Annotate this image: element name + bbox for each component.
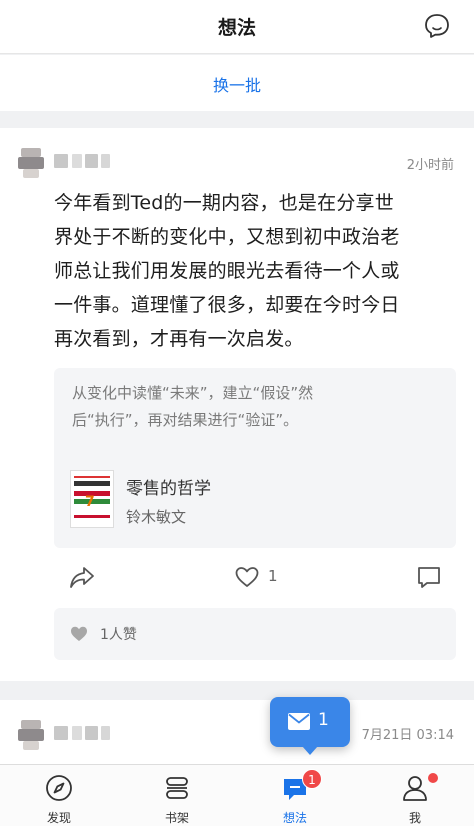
refresh-button[interactable]: 换一批 [0,72,474,96]
tab-discover[interactable]: 发现 [0,765,118,826]
toast-count: 1 [318,710,329,730]
bookshelf-icon [166,777,188,799]
post-time: 7月21日 03:14 [361,728,454,743]
tab-label: 我 [408,811,421,825]
mail-icon [288,713,310,730]
compass-icon [46,775,72,801]
profile-icon [403,776,427,801]
likes-summary[interactable]: 1人赞 [54,608,456,660]
username-blurred[interactable] [54,154,114,170]
share-icon[interactable] [68,564,96,590]
avatar[interactable] [18,720,44,750]
post-text[interactable]: 今年看到Ted的一期内容，也是在分享世 界处于不断的变化中，又想到初中政治老 师… [54,186,464,356]
username-blurred[interactable] [54,726,114,742]
notification-badge: 1 [302,769,322,789]
page-title: 想法 [217,17,256,39]
action-bar: 1 [0,560,474,594]
thought-card: 2小时前 今年看到Ted的一期内容，也是在分享世 界处于不断的变化中，又想到初中… [0,128,474,681]
message-toast[interactable]: 1 [270,697,350,755]
book-author: 铃木敏文 [126,508,187,526]
book-title[interactable]: 零售的哲学 [126,474,211,499]
heart-icon[interactable] [234,565,260,589]
tab-bookshelf[interactable]: 书架 [118,765,236,826]
comment-icon[interactable] [416,564,442,590]
unread-dot [428,773,438,783]
likes-text: 1人赞 [100,627,137,643]
tab-label: 想法 [282,811,307,825]
tab-label: 书架 [164,811,189,825]
post-time: 2小时前 [406,158,454,173]
heart-filled-icon [71,626,87,641]
tab-bar: 发现 书架 1 想法 我 [0,764,474,826]
tab-thoughts[interactable]: 1 想法 [236,765,354,826]
chat-bubble-icon[interactable] [422,11,452,41]
quote-text: 从变化中读懂“未来”，建立“假设”然 后“执行”，再对结果进行“验证”。 [72,384,314,429]
refresh-bar: 换一批 [0,55,474,111]
avatar[interactable] [18,148,44,178]
top-bar: 想法 [0,0,474,54]
like-count: 1 [268,567,278,585]
quote-box[interactable]: 从变化中读懂“未来”，建立“假设”然 后“执行”，再对结果进行“验证”。 7 零… [54,368,456,548]
book-cover-image[interactable]: 7 [70,470,114,528]
tab-label: 发现 [46,811,71,825]
tab-profile[interactable]: 我 [356,765,474,826]
